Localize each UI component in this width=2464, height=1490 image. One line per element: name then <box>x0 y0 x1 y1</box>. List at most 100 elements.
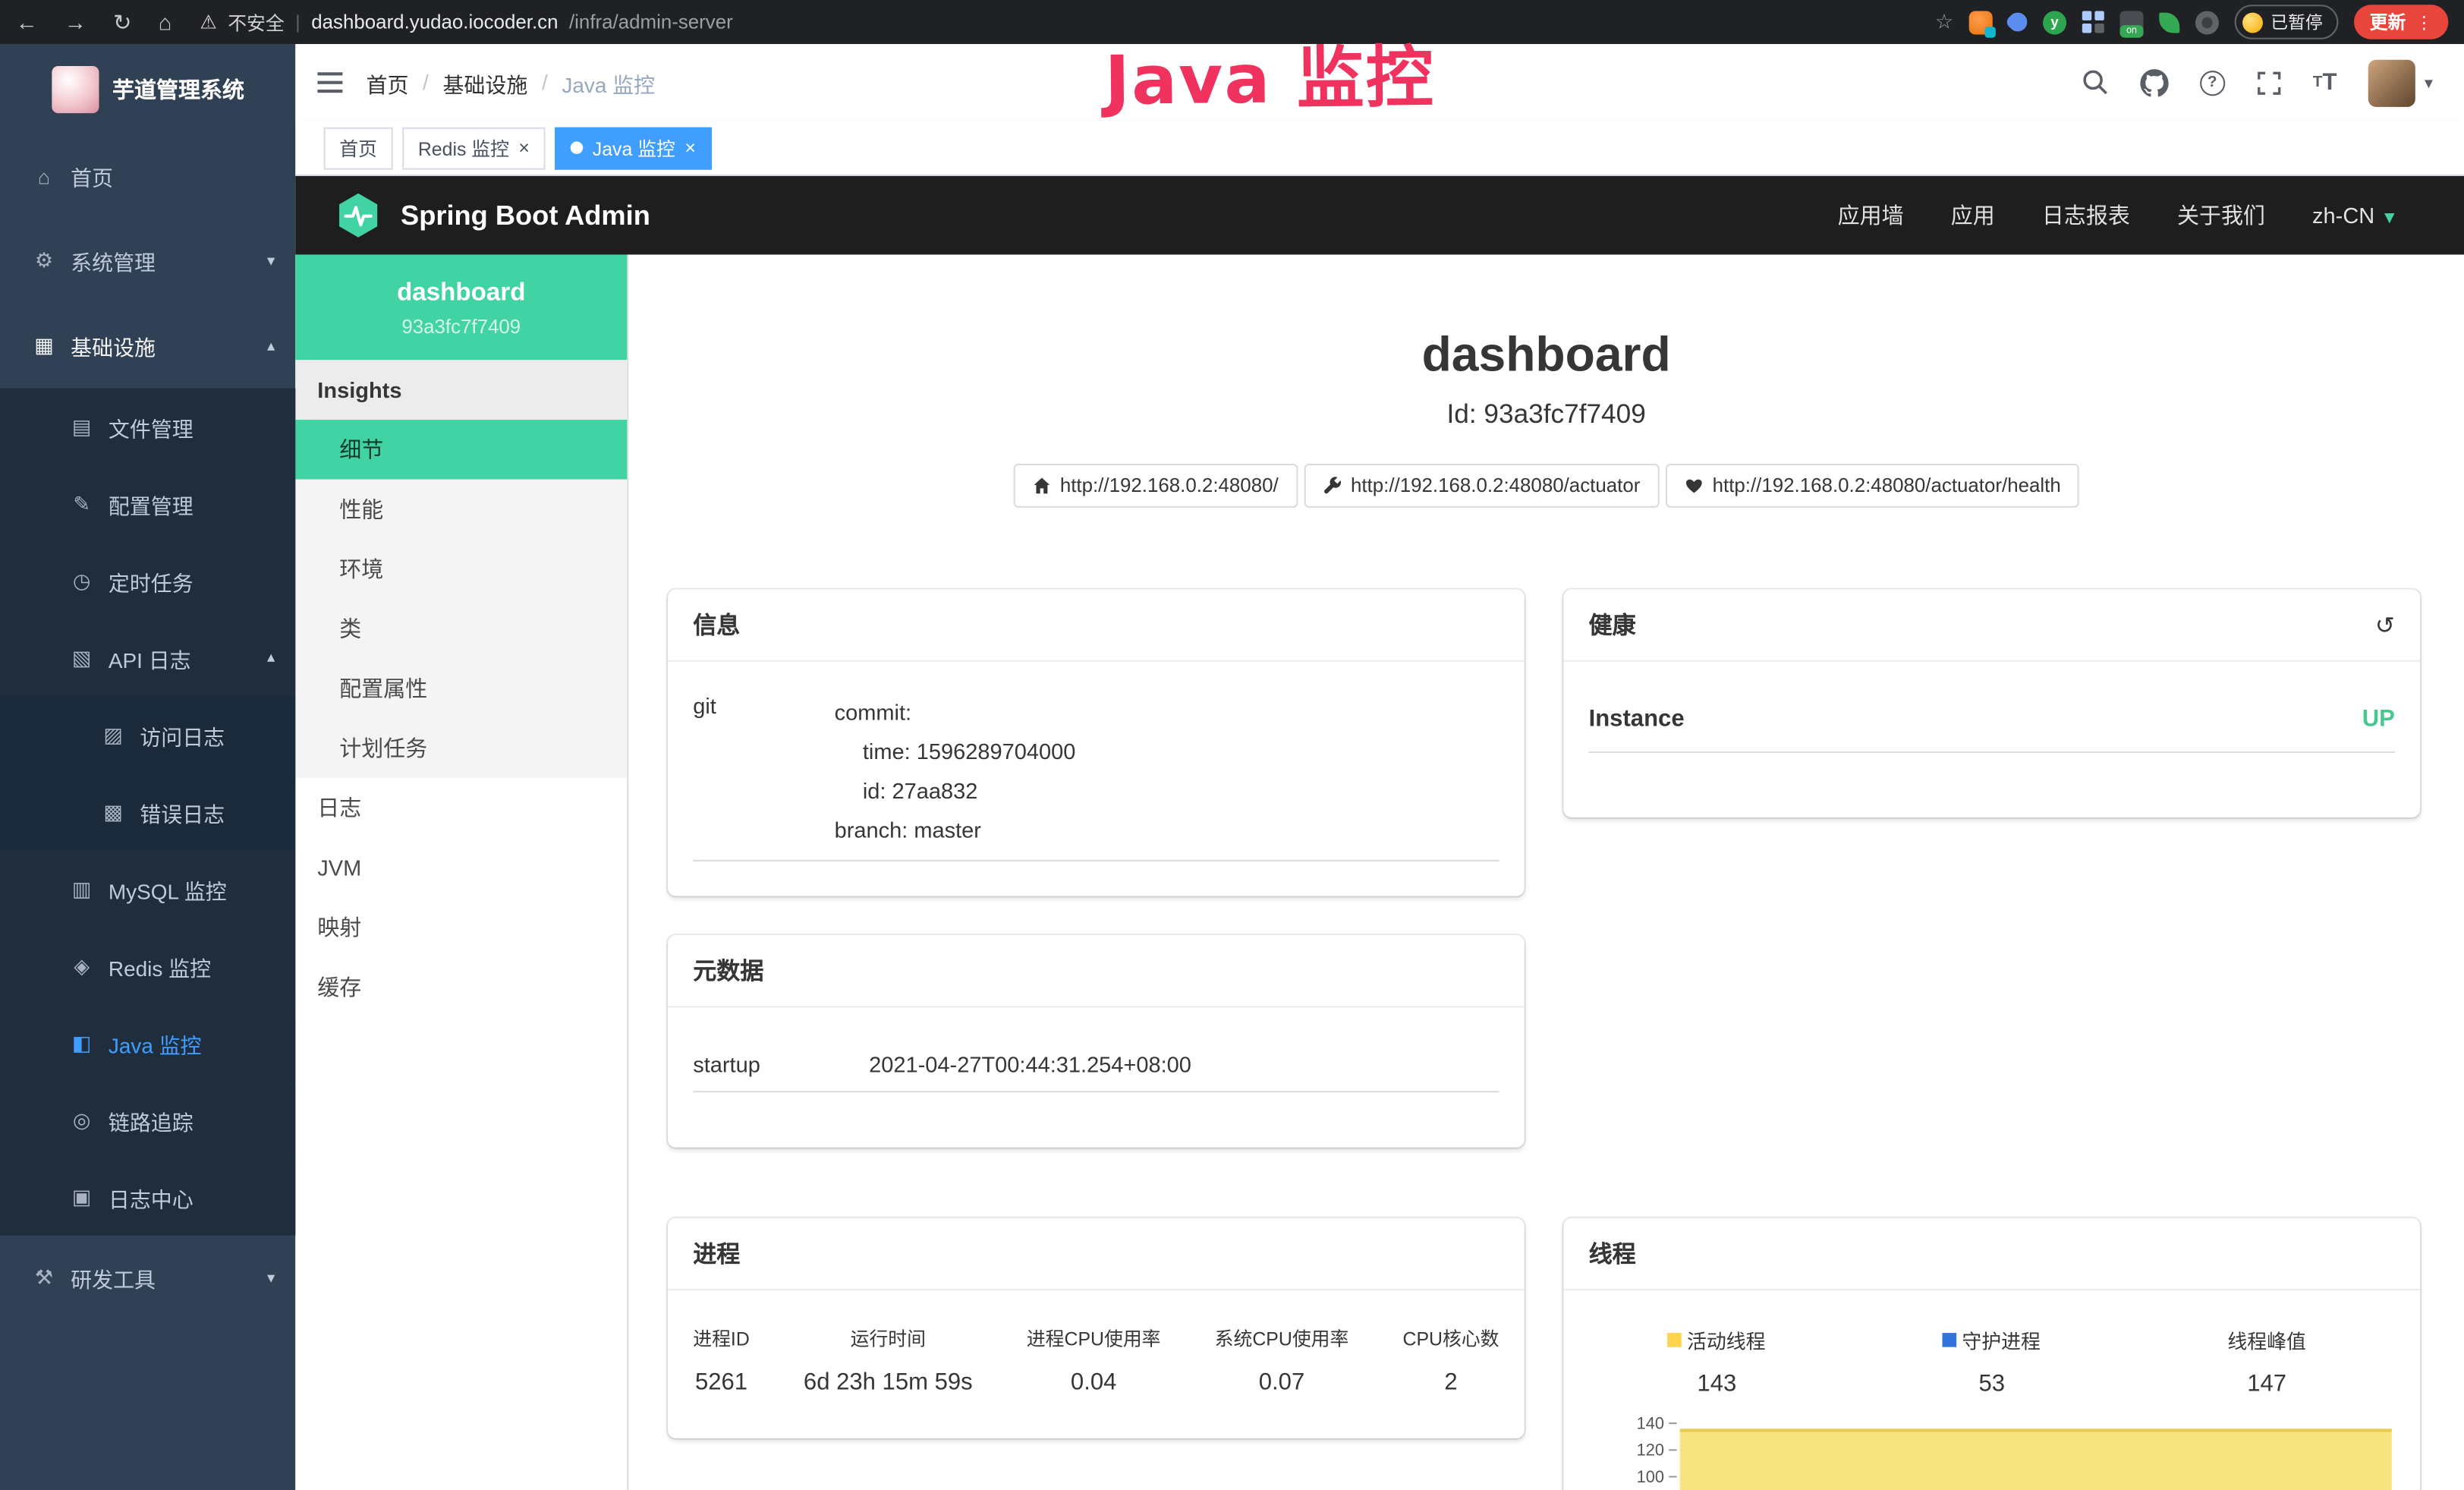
close-icon[interactable]: × <box>684 138 696 157</box>
card-header: 线程 <box>1563 1218 2420 1290</box>
folder-icon: ▤ <box>69 414 94 439</box>
sba-nav-wallboard[interactable]: 应用墙 <box>1838 200 1904 231</box>
extension-paw-icon[interactable] <box>2195 10 2219 33</box>
sidebar-item-redis[interactable]: ◈ Redis 监控 <box>0 928 295 1004</box>
tab-home[interactable]: 首页 <box>324 127 393 169</box>
legend-swatch <box>1943 1333 1958 1347</box>
service-url-link[interactable]: http://192.168.0.2:48080/ <box>1013 464 1298 508</box>
sba-item-logs[interactable]: 日志 <box>295 778 627 838</box>
sidebar-item-system[interactable]: ⚙ 系统管理 ▾ <box>0 219 295 304</box>
bookmark-star-icon[interactable]: ☆ <box>1935 9 1953 34</box>
sidebar-item-mysql[interactable]: ▥ MySQL 监控 <box>0 850 295 927</box>
hamburger-icon[interactable] <box>317 71 344 94</box>
extension-badge <box>1984 26 1995 36</box>
sidebar-item-access-log[interactable]: ▨ 访问日志 <box>0 696 295 773</box>
tab-redis-monitor[interactable]: Redis 监控 × <box>402 127 546 169</box>
tab-java-monitor[interactable]: Java 监控 × <box>555 127 711 169</box>
sba-item-mappings[interactable]: 映射 <box>295 897 627 957</box>
sba-item-caches[interactable]: 缓存 <box>295 957 627 1017</box>
git-branch-line: branch: master <box>835 811 1499 851</box>
app-logo[interactable]: 芋道管理系统 <box>0 44 295 134</box>
chevron-up-icon: ▴ <box>267 337 275 354</box>
sidebar-item-label: 配置管理 <box>109 488 194 519</box>
extension-grid-icon[interactable] <box>2082 11 2104 33</box>
card-header: 进程 <box>668 1218 1525 1290</box>
document-icon: ▩ <box>101 799 126 824</box>
home-icon <box>1032 476 1051 495</box>
sidebar-item-home[interactable]: ⌂ 首页 <box>0 134 295 219</box>
sba-item-environment[interactable]: 环境 <box>295 539 627 599</box>
sba-header: Spring Boot Admin 应用墙 应用 日志报表 关于我们 zh-CN… <box>295 176 2464 255</box>
edit-icon: ✎ <box>69 491 94 516</box>
sba-item-jvm[interactable]: JVM <box>295 838 627 898</box>
extension-fox-icon[interactable] <box>1969 10 1993 33</box>
extension-drop-icon[interactable] <box>2004 8 2031 35</box>
header-actions: ? TT ▼ <box>2082 59 2435 106</box>
timer-icon: ◷ <box>69 569 94 594</box>
row-label: Instance <box>1589 706 1685 732</box>
breadcrumb-infra[interactable]: 基础设施 <box>442 67 527 98</box>
font-size-icon[interactable]: TT <box>2313 69 2337 96</box>
sidebar-item-label: API 日志 <box>109 642 191 673</box>
help-icon[interactable]: ? <box>2200 70 2225 95</box>
sidebar-item-tracing[interactable]: ◎ 链路追踪 <box>0 1082 295 1158</box>
sba-body: dashboard 93a3fc7f7409 Insights 细节 性能 环境… <box>295 254 2464 1490</box>
breadcrumb-home[interactable]: 首页 <box>366 67 408 98</box>
legend-item: 活动线程 <box>1579 1325 1854 1355</box>
search-icon[interactable] <box>2082 69 2108 96</box>
card-body: 活动线程 守护进程 线程峰值 <box>1563 1290 2420 1490</box>
sidebar-item-log-center[interactable]: ▣ 日志中心 <box>0 1158 295 1235</box>
sba-nav-about[interactable]: 关于我们 <box>2177 200 2265 231</box>
health-url-link[interactable]: http://192.168.0.2:48080/actuator/health <box>1665 464 2079 508</box>
active-threads-area <box>1680 1429 2392 1490</box>
column-value: 0.04 <box>1027 1369 1161 1396</box>
profile-paused-pill[interactable]: 已暂停 <box>2235 5 2339 39</box>
extension-green-icon[interactable]: y <box>2043 10 2066 33</box>
logo-avatar <box>51 65 98 112</box>
chrome-update-button[interactable]: 更新 ⋮ <box>2354 5 2448 39</box>
sba-nav-applications[interactable]: 应用 <box>1951 200 1995 231</box>
security-label: 不安全 <box>228 8 285 35</box>
refresh-icon[interactable]: ↻ <box>113 11 131 33</box>
sidebar-item-error-log[interactable]: ▩ 错误日志 <box>0 773 295 850</box>
active-dot <box>571 141 584 154</box>
github-icon[interactable] <box>2140 68 2168 96</box>
actuator-url-link[interactable]: http://192.168.0.2:48080/actuator <box>1304 464 1659 508</box>
extension-leaf-icon[interactable] <box>2159 12 2179 33</box>
sidebar-item-dev-tools[interactable]: ⚒ 研发工具 ▾ <box>0 1236 295 1321</box>
instance-block[interactable]: dashboard 93a3fc7f7409 <box>295 254 627 360</box>
row-value: commit: time: 1596289704000 id: 27aa832 … <box>835 693 1499 850</box>
sba-nav-journal[interactable]: 日志报表 <box>2042 200 2130 231</box>
kebab-menu-icon[interactable]: ⋮ <box>2415 12 2433 33</box>
home-icon[interactable]: ⌂ <box>159 11 172 33</box>
sidebar-item-config[interactable]: ✎ 配置管理 <box>0 465 295 542</box>
sidebar-item-infra[interactable]: ▦ 基础设施 ▴ <box>0 304 295 389</box>
sidebar-item-jobs[interactable]: ◷ 定时任务 <box>0 542 295 619</box>
sidebar-item-files[interactable]: ▤ 文件管理 <box>0 388 295 465</box>
y-tick-label: 100 <box>1637 1467 1664 1486</box>
sidebar-item-java-monitor[interactable]: ◧ Java 监控 <box>0 1004 295 1081</box>
sba-brand-title[interactable]: Spring Boot Admin <box>401 199 650 232</box>
sba-item-classes[interactable]: 类 <box>295 599 627 659</box>
legend-label: 活动线程 <box>1687 1325 1766 1355</box>
extension-on-icon[interactable]: on <box>2120 10 2144 33</box>
sba-locale-select[interactable]: zh-CN▼ <box>2312 203 2398 228</box>
fullscreen-icon[interactable] <box>2256 70 2281 95</box>
omnibox-divider: | <box>295 11 300 33</box>
sba-item-configprops[interactable]: 配置属性 <box>295 659 627 719</box>
sidebar-item-api-log[interactable]: ▧ API 日志 ▴ <box>0 619 295 696</box>
sidebar-item-label: 访问日志 <box>140 719 225 750</box>
sba-item-details[interactable]: 细节 <box>295 420 627 480</box>
threads-card: 线程 活动线程 守护进程 <box>1563 1218 2420 1490</box>
close-icon[interactable]: × <box>518 138 530 157</box>
back-icon[interactable]: ← <box>16 11 38 33</box>
history-icon[interactable]: ↺ <box>2375 611 2395 639</box>
user-avatar[interactable]: ▼ <box>2368 59 2436 106</box>
card-body: git commit: time: 1596289704000 id: 27aa… <box>668 662 1525 862</box>
sba-item-scheduledtasks[interactable]: 计划任务 <box>295 718 627 778</box>
process-column: CPU核心数 2 <box>1403 1325 1499 1396</box>
forward-icon[interactable]: → <box>65 11 87 33</box>
sba-item-metrics[interactable]: 性能 <box>295 480 627 540</box>
omnibox[interactable]: ⚠ 不安全 | dashboard.yudao.iocoder.cn/infra… <box>200 8 732 35</box>
card-body: 进程ID 5261 运行时间 6d 23h 15m 59s 进程CPU使用率 0… <box>668 1290 1525 1396</box>
